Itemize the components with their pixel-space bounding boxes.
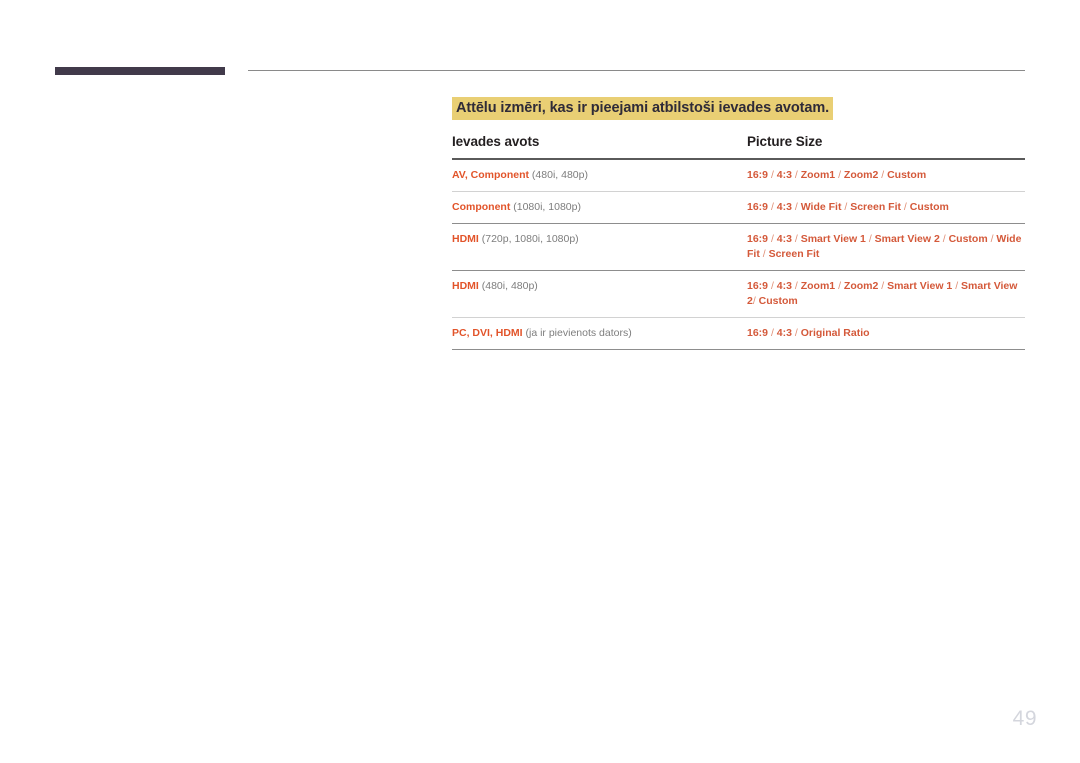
size-option: Custom	[906, 201, 949, 213]
source-name: PC, DVI, HDMI	[452, 327, 523, 339]
table-row-separator	[452, 349, 1025, 350]
header-horizontal-rule	[248, 70, 1025, 71]
cell-picture-size: 16:9 / 4:3 / Smart View 1 / Smart View 2…	[747, 232, 1025, 262]
cell-input-source: HDMI (480i, 480p)	[452, 279, 747, 294]
size-option: 4:3	[773, 169, 795, 181]
size-option: 16:9	[747, 327, 771, 339]
size-option: Zoom2	[840, 280, 882, 292]
cell-input-source: Component (1080i, 1080p)	[452, 200, 747, 215]
source-name: Component	[452, 201, 511, 213]
picture-size-table: Ievades avots Picture Size AV, Component…	[452, 134, 1025, 350]
size-option: 16:9	[747, 280, 771, 292]
size-option: Smart View 2	[871, 233, 943, 245]
size-option: Original Ratio	[797, 327, 870, 339]
size-option: Custom	[755, 295, 798, 307]
size-option: 4:3	[773, 201, 795, 213]
document-page: Attēlu izmēri, kas ir pieejami atbilstoš…	[0, 0, 1080, 763]
column-header-picture-size: Picture Size	[747, 134, 823, 149]
size-option: 4:3	[773, 233, 795, 245]
table-header-row: Ievades avots Picture Size	[452, 134, 1025, 158]
table-body: AV, Component (480i, 480p) 16:9 / 4:3 / Z…	[452, 160, 1025, 350]
cell-input-source: AV, Component (480i, 480p)	[452, 168, 747, 183]
size-option: 16:9	[747, 233, 771, 245]
header-accent-bar	[55, 67, 225, 75]
size-option: 4:3	[773, 280, 795, 292]
size-option: 16:9	[747, 201, 771, 213]
size-option: Wide Fit	[797, 201, 845, 213]
source-resolution: (1080i, 1080p)	[510, 201, 581, 213]
size-option: Smart View 1	[884, 280, 956, 292]
source-resolution: (480i, 480p)	[478, 280, 538, 292]
size-option: Zoom2	[840, 169, 882, 181]
page-number: 49	[1012, 707, 1037, 730]
section-title: Attēlu izmēri, kas ir pieejami atbilstoš…	[452, 97, 834, 120]
size-option: Custom	[884, 169, 927, 181]
cell-picture-size: 16:9 / 4:3 / Original Ratio	[747, 326, 1025, 341]
cell-input-source: HDMI (720p, 1080i, 1080p)	[452, 232, 747, 247]
size-option: Zoom1	[797, 169, 839, 181]
column-header-source: Ievades avots	[452, 134, 540, 149]
cell-picture-size: 16:9 / 4:3 / Wide Fit / Screen Fit / Cus…	[747, 200, 1025, 215]
size-option: 16:9	[747, 169, 771, 181]
source-resolution: (ja ir pievienots dators)	[522, 327, 632, 339]
source-name: HDMI	[452, 233, 479, 245]
size-option: Custom	[945, 233, 991, 245]
table-row: AV, Component (480i, 480p) 16:9 / 4:3 / Z…	[452, 160, 1025, 191]
source-name: HDMI	[452, 280, 479, 292]
size-option: Screen Fit	[765, 248, 820, 260]
table-row: Component (1080i, 1080p) 16:9 / 4:3 / Wid…	[452, 192, 1025, 223]
source-name: AV, Component	[452, 169, 530, 181]
source-resolution: (480i, 480p)	[529, 169, 588, 181]
size-option: Zoom1	[797, 280, 839, 292]
size-option: 4:3	[773, 327, 795, 339]
source-resolution: (720p, 1080i, 1080p)	[478, 233, 579, 245]
cell-picture-size: 16:9 / 4:3 / Zoom1 / Zoom2 / Smart View …	[747, 279, 1025, 309]
table-row: HDMI (480i, 480p) 16:9 / 4:3 / Zoom1 / Zo…	[452, 271, 1025, 317]
size-option: Screen Fit	[847, 201, 904, 213]
table-row: HDMI (720p, 1080i, 1080p) 16:9 / 4:3 / Sm…	[452, 224, 1025, 270]
cell-input-source: PC, DVI, HDMI (ja ir pievienots dators)	[452, 326, 747, 341]
size-option: Smart View 1	[797, 233, 869, 245]
section-title-container: Attēlu izmēri, kas ir pieejami atbilstoš…	[452, 97, 834, 120]
table-row: PC, DVI, HDMI (ja ir pievienots dators) 1…	[452, 318, 1025, 349]
cell-picture-size: 16:9 / 4:3 / Zoom1 / Zoom2 / Custom	[747, 168, 1025, 183]
